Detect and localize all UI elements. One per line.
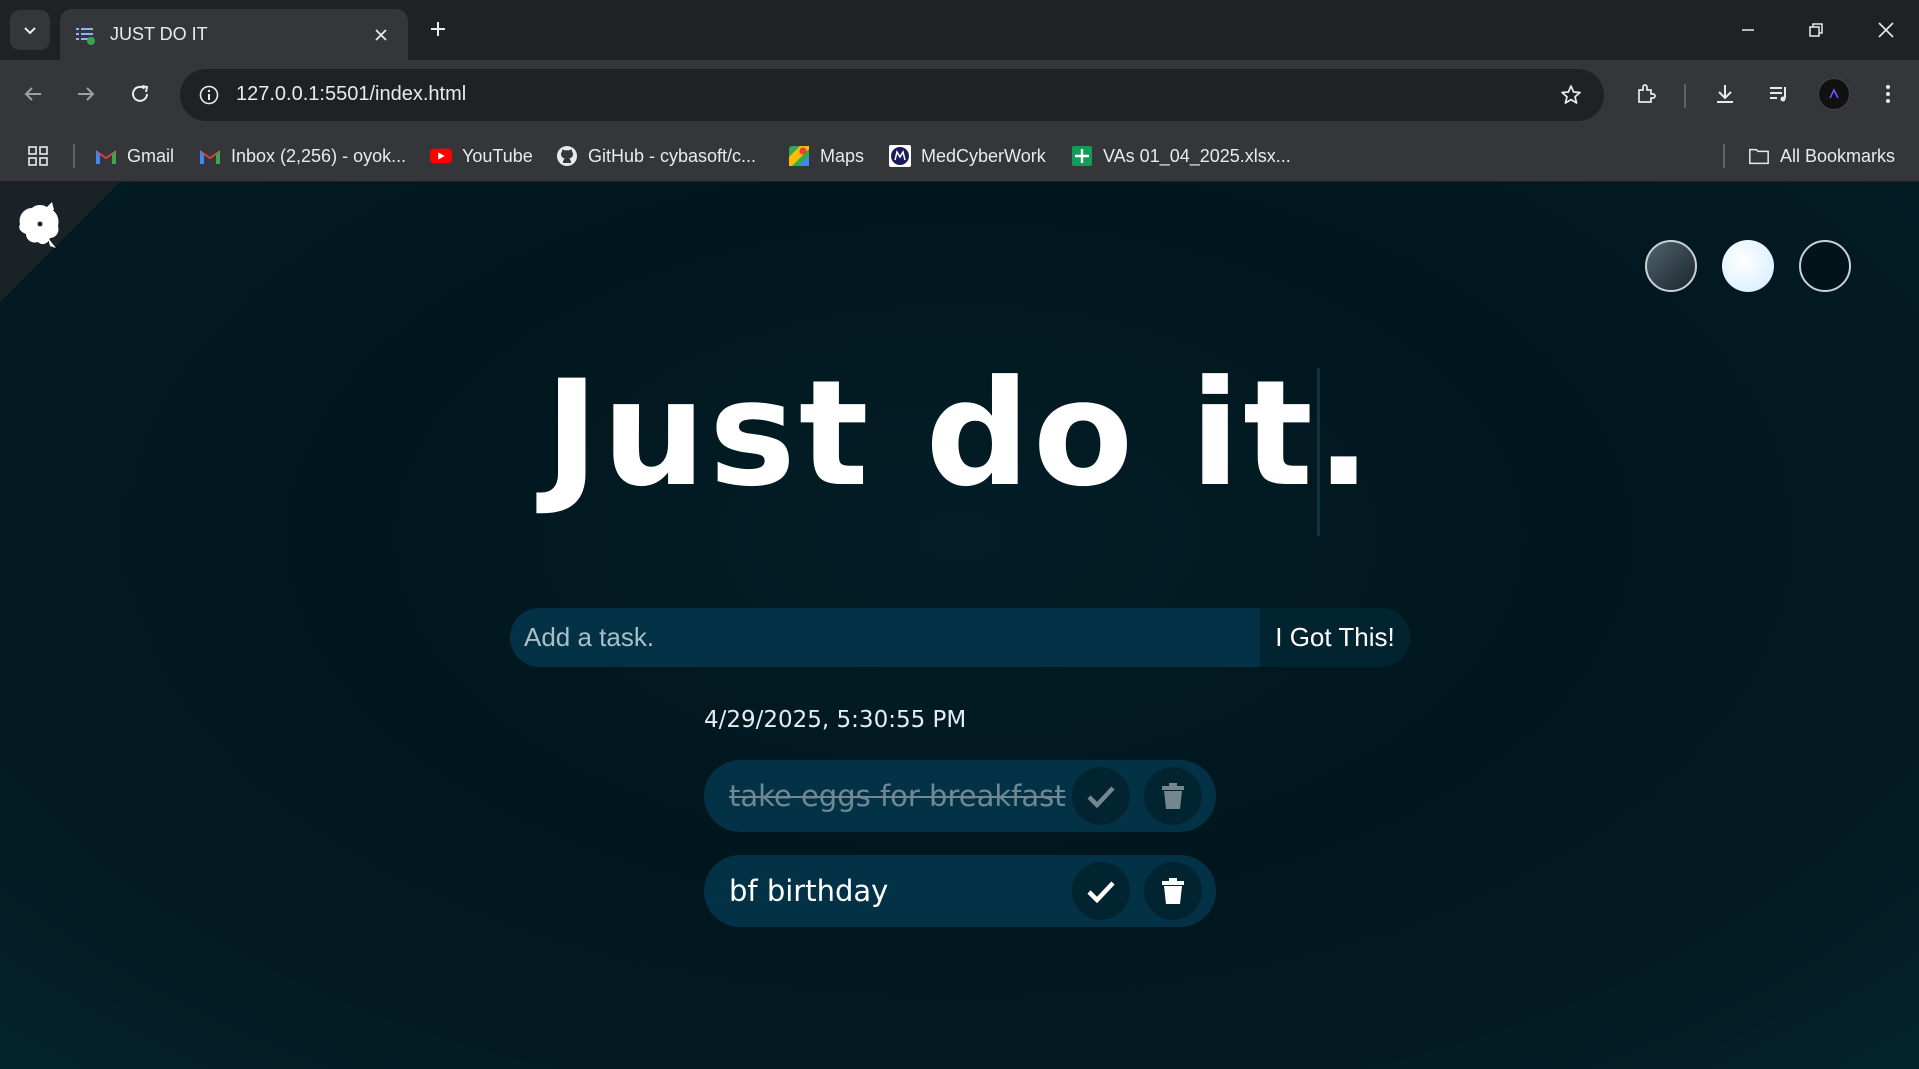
profile-avatar[interactable] xyxy=(1818,78,1850,110)
bookmarks-bar: Gmail Inbox (2,256) - oyok... YouTube Gi… xyxy=(0,130,1919,182)
forward-button[interactable] xyxy=(66,74,106,114)
close-icon xyxy=(1878,22,1894,38)
download-icon[interactable] xyxy=(1705,74,1745,114)
todo-text: bf birthday xyxy=(729,874,889,908)
checklist-icon xyxy=(76,27,95,45)
trash-icon xyxy=(1162,783,1184,809)
logo-icon[interactable] xyxy=(12,198,68,250)
close-icon[interactable] xyxy=(368,22,394,48)
url-text: 127.0.0.1:5501/index.html xyxy=(236,83,467,105)
typing-caret xyxy=(1317,368,1320,536)
trash-icon xyxy=(1162,878,1184,904)
bookmark-github[interactable]: GitHub - cybasoft/c... xyxy=(556,142,756,170)
active-tab[interactable]: JUST DO IT xyxy=(60,9,408,60)
sheets-icon xyxy=(1071,145,1093,167)
page-title: Just do it. xyxy=(544,349,1375,519)
delete-button[interactable] xyxy=(1144,767,1202,825)
theme-standard-button[interactable] xyxy=(1645,240,1697,292)
gmail-icon xyxy=(199,145,221,167)
all-bookmarks-button[interactable]: All Bookmarks xyxy=(1748,142,1895,170)
browser-toolbar: 127.0.0.1:5501/index.html xyxy=(0,60,1919,130)
tab-search-button[interactable] xyxy=(10,10,50,50)
page-content: Just do it. I Got This! 4/29/2025, 5:30:… xyxy=(0,182,1919,1069)
add-task-button[interactable]: I Got This! xyxy=(1260,608,1410,667)
datetime-display: 4/29/2025, 5:30:55 PM xyxy=(704,707,967,733)
maps-icon xyxy=(788,145,810,167)
new-tab-button[interactable] xyxy=(423,14,453,44)
check-button[interactable] xyxy=(1072,767,1130,825)
github-icon xyxy=(556,145,578,167)
bookmarks-divider xyxy=(1723,144,1725,168)
youtube-icon xyxy=(430,145,452,167)
bookmark-youtube[interactable]: YouTube xyxy=(430,142,533,170)
toolbar-divider xyxy=(1684,84,1686,108)
restore-button[interactable] xyxy=(1796,10,1836,50)
plus-icon xyxy=(431,22,445,36)
close-window-button[interactable] xyxy=(1866,10,1906,50)
todo-item: bf birthday xyxy=(704,855,1216,927)
tab-title: JUST DO IT xyxy=(110,24,208,44)
chevron-down-icon xyxy=(24,27,36,35)
site-info-icon[interactable] xyxy=(192,78,226,112)
bookmark-maps[interactable]: Maps xyxy=(788,142,864,170)
check-icon xyxy=(1087,786,1115,808)
restore-icon xyxy=(1809,23,1823,37)
theme-light-button[interactable] xyxy=(1722,240,1774,292)
folder-icon xyxy=(1748,145,1770,167)
bookmark-sheet[interactable]: VAs 01_04_2025.xlsx... xyxy=(1071,142,1291,170)
bookmark-star-icon[interactable] xyxy=(1556,80,1586,110)
check-button[interactable] xyxy=(1072,862,1130,920)
theme-darker-button[interactable] xyxy=(1799,240,1851,292)
todo-item: take eggs for breakfast xyxy=(704,760,1216,832)
medcyberwork-icon xyxy=(889,145,911,167)
back-button[interactable] xyxy=(13,74,53,114)
bookmark-gmail[interactable]: Gmail xyxy=(95,142,174,170)
arrow-right-icon xyxy=(78,87,95,101)
reload-icon xyxy=(132,85,149,102)
task-form: I Got This! xyxy=(510,608,1410,667)
bookmark-medcyberwork[interactable]: MedCyberWork xyxy=(889,142,1046,170)
minimize-button[interactable] xyxy=(1728,10,1768,50)
gmail-icon xyxy=(95,145,117,167)
address-bar[interactable]: 127.0.0.1:5501/index.html xyxy=(180,69,1604,121)
todo-text: take eggs for breakfast xyxy=(729,779,1066,813)
media-control-icon[interactable] xyxy=(1759,74,1799,114)
task-input[interactable] xyxy=(510,608,1260,667)
extensions-icon[interactable] xyxy=(1626,74,1666,114)
apps-grid-icon[interactable] xyxy=(24,142,52,170)
minimize-icon xyxy=(1742,29,1754,31)
bookmarks-divider xyxy=(73,144,75,168)
arrow-left-icon xyxy=(24,87,41,101)
reload-button[interactable] xyxy=(120,74,160,114)
more-menu-icon[interactable] xyxy=(1868,74,1908,114)
check-icon xyxy=(1087,881,1115,903)
tab-bar: JUST DO IT xyxy=(0,0,1919,60)
delete-button[interactable] xyxy=(1144,862,1202,920)
bookmark-inbox[interactable]: Inbox (2,256) - oyok... xyxy=(199,142,406,170)
